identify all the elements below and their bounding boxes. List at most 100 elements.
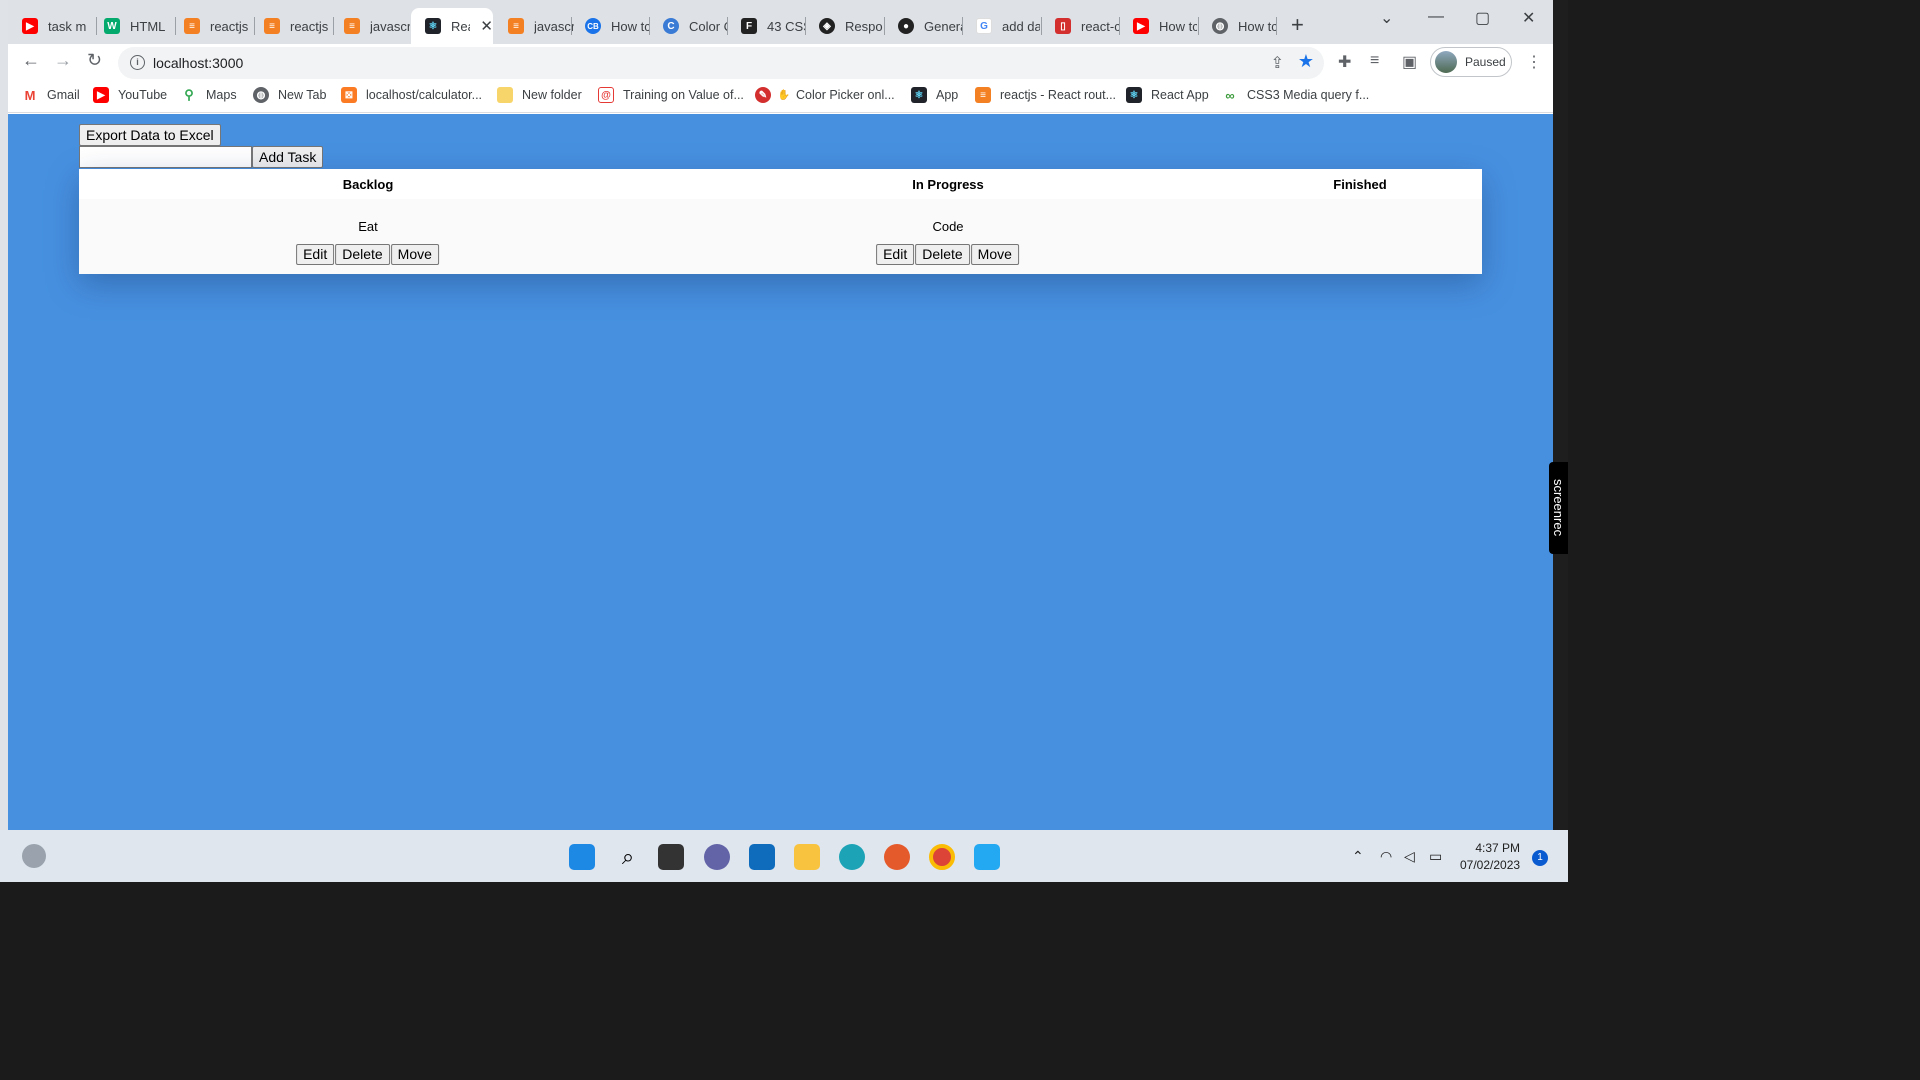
reload-button[interactable]: ↻ — [87, 50, 102, 71]
tab-2[interactable]: ≡ reactjs — [170, 8, 250, 44]
maximize-button[interactable]: ▢ — [1475, 8, 1490, 28]
chrome-icon[interactable] — [929, 844, 955, 870]
chevron-up-icon[interactable]: ⌃ — [1352, 848, 1364, 865]
bookmark-label: YouTube — [118, 88, 168, 102]
tab-7[interactable]: CB How tc — [571, 8, 649, 44]
red-square-icon: ▯ — [1055, 18, 1071, 34]
address-bar[interactable]: i localhost:3000 ⇪ ★ — [118, 47, 1324, 79]
bookmark-css3-media[interactable]: ∞ CSS3 Media query f... — [1222, 87, 1369, 103]
tab-13[interactable]: ▯ react-c — [1041, 8, 1119, 44]
notification-badge[interactable]: 1 — [1532, 850, 1548, 866]
move-button[interactable]: Move — [970, 244, 1019, 265]
stackoverflow-icon: ≡ — [264, 18, 280, 34]
screenrec-label: screenrec — [1551, 479, 1566, 537]
battery-icon[interactable]: ▭ — [1429, 848, 1442, 865]
vscode-icon[interactable] — [974, 844, 1000, 870]
bookmark-youtube[interactable]: ▶ YouTube — [93, 87, 167, 103]
bookmark-react-app[interactable]: ⚛ React App — [1126, 87, 1209, 103]
bookmark-maps[interactable]: ⚲ Maps — [181, 87, 237, 103]
media-control-icon[interactable]: ≡ — [1370, 52, 1379, 70]
browser-menu-icon[interactable]: ⋮ — [1526, 52, 1542, 72]
globe-icon: ◍ — [253, 87, 269, 103]
youtube-icon: ▶ — [93, 87, 109, 103]
tab-9[interactable]: F 43 CSS — [727, 8, 805, 44]
tab-1[interactable]: W HTML — [90, 8, 170, 44]
tab-label: How tc — [1159, 18, 1197, 34]
bookmark-label: New Tab — [278, 88, 327, 102]
task-input[interactable] — [79, 146, 252, 168]
codebeautify-icon: CB — [585, 18, 601, 34]
new-tab-button[interactable]: + — [1291, 14, 1304, 36]
bookmark-app[interactable]: ⚛ App — [911, 87, 958, 103]
tab-label: Rea — [451, 18, 470, 34]
codepen-icon: ◈ — [819, 18, 835, 34]
edit-button[interactable]: Edit — [296, 244, 335, 265]
teams-icon[interactable] — [704, 844, 730, 870]
tab-0[interactable]: ▶ task m — [8, 8, 88, 44]
tab-5-active[interactable]: ⚛ Rea ✕ — [411, 8, 493, 44]
bookmark-calculator[interactable]: ⊠ localhost/calculator... — [341, 87, 482, 103]
desktop-edge — [1553, 0, 1568, 830]
volume-icon[interactable]: ◁ — [1404, 848, 1415, 865]
site-info-icon[interactable]: i — [130, 55, 145, 70]
tab-14[interactable]: ▶ How tc — [1119, 8, 1197, 44]
close-window-button[interactable]: ✕ — [1522, 8, 1535, 28]
start-icon[interactable] — [569, 844, 595, 870]
bookmark-star-icon[interactable]: ★ — [1298, 51, 1314, 72]
delete-button[interactable]: Delete — [915, 244, 970, 265]
stackoverflow-icon: ≡ — [184, 18, 200, 34]
react-icon: ⚛ — [1126, 87, 1142, 103]
stackoverflow-icon: ≡ — [975, 87, 991, 103]
add-task-button[interactable]: Add Task — [252, 146, 324, 168]
tab-label: How tc — [611, 18, 649, 34]
tab-12[interactable]: G add da — [962, 8, 1040, 44]
clock[interactable]: 4:37 PM 07/02/2023 — [1460, 840, 1520, 874]
close-tab-icon[interactable]: ✕ — [480, 17, 493, 35]
profile-button[interactable]: Paused — [1430, 47, 1512, 77]
tab-6[interactable]: ≡ javascr — [494, 8, 574, 44]
globe-icon: ◍ — [1212, 18, 1228, 34]
tab-label: HTML — [130, 18, 166, 34]
tab-strip: ▶ task m W HTML ≡ reactjs ≡ reactjs ≡ ja… — [8, 0, 1553, 44]
tab-search-icon[interactable]: ⌄ — [1380, 8, 1393, 28]
bookmark-new-tab[interactable]: ◍ New Tab — [253, 87, 326, 103]
avatar — [1435, 51, 1457, 73]
search-icon[interactable]: ⌕ — [615, 844, 641, 870]
weather-icon[interactable] — [22, 844, 46, 868]
delete-button[interactable]: Delete — [335, 244, 390, 265]
edge-icon[interactable] — [839, 844, 865, 870]
bookmark-react-router[interactable]: ≡ reactjs - React rout... — [975, 87, 1116, 103]
tab-label: javascr — [370, 18, 410, 34]
tab-15[interactable]: ◍ How tc — [1198, 8, 1276, 44]
minimize-button[interactable]: — — [1428, 8, 1444, 26]
tab-label: How tc — [1238, 18, 1276, 34]
forward-button[interactable]: → — [54, 50, 72, 71]
export-excel-button[interactable]: Export Data to Excel — [79, 124, 221, 146]
side-panel-icon[interactable]: ▣ — [1402, 52, 1417, 72]
app-icon[interactable] — [884, 844, 910, 870]
tab-4[interactable]: ≡ javascr — [330, 8, 410, 44]
bookmarks-bar: M Gmail ▶ YouTube ⚲ Maps ◍ New Tab ⊠ loc… — [8, 80, 1553, 113]
bookmark-training[interactable]: @ Training on Value of... — [598, 87, 744, 103]
share-icon[interactable]: ⇪ — [1271, 53, 1284, 73]
tab-11[interactable]: ● Genera — [884, 8, 962, 44]
bookmark-new-folder[interactable]: New folder — [497, 87, 582, 103]
kanban-board: Backlog In Progress Finished Eat Edit De… — [79, 169, 1482, 274]
wifi-icon[interactable]: ◠ — [1380, 848, 1392, 865]
task-name-eat: Eat — [358, 219, 378, 234]
bookmark-label: Maps — [206, 88, 237, 102]
move-button[interactable]: Move — [390, 244, 439, 265]
desktop-edge — [0, 0, 8, 882]
back-button[interactable]: ← — [22, 50, 40, 71]
tab-3[interactable]: ≡ reactjs — [250, 8, 330, 44]
tab-8[interactable]: C Color C — [649, 8, 727, 44]
tab-10[interactable]: ◈ Respor — [805, 8, 883, 44]
bookmark-color-picker[interactable]: ✎ ✋ Color Picker onl... — [755, 87, 895, 103]
edit-button[interactable]: Edit — [876, 244, 915, 265]
bookmark-gmail[interactable]: M Gmail — [22, 87, 80, 103]
task-view-icon[interactable] — [658, 844, 684, 870]
file-explorer-icon[interactable] — [794, 844, 820, 870]
mail-icon[interactable] — [749, 844, 775, 870]
screenrec-widget[interactable]: screenrec — [1549, 462, 1568, 554]
extensions-icon[interactable]: ✚ — [1338, 52, 1351, 72]
